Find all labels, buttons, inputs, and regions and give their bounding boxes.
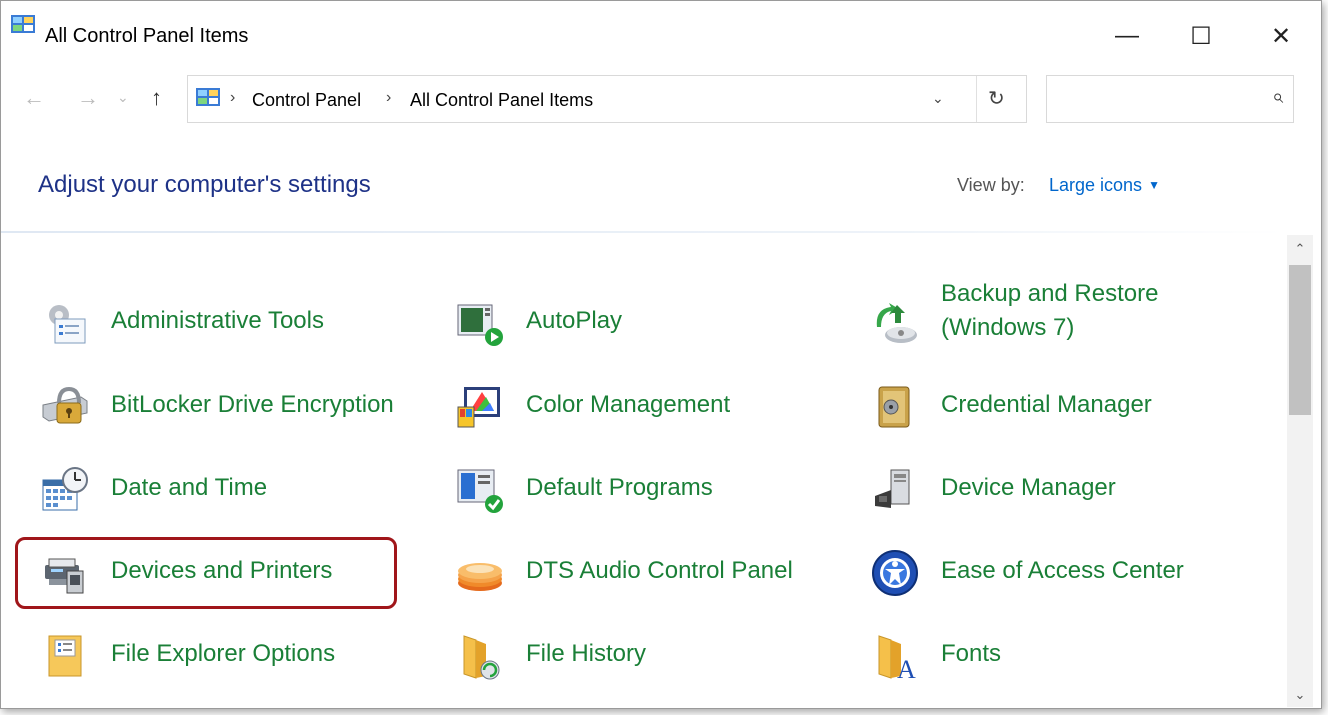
- item-label[interactable]: DTS Audio Control Panel: [526, 557, 793, 585]
- item-administrative-tools[interactable]: Administrative Tools: [41, 291, 421, 347]
- scroll-thumb[interactable]: [1289, 265, 1311, 415]
- file-explorer-options-icon: [48, 635, 82, 677]
- dts-audio-icon: [458, 563, 502, 591]
- file-history-icon: [463, 635, 500, 680]
- refresh-icon[interactable]: ↻: [988, 86, 1005, 111]
- recent-locations-icon[interactable]: ⌄: [117, 89, 129, 106]
- minimize-button[interactable]: —: [1097, 11, 1157, 61]
- ease-of-access-icon: [872, 550, 918, 596]
- maximize-button[interactable]: ☐: [1171, 11, 1231, 61]
- chevron-down-icon[interactable]: ⌄: [932, 90, 944, 107]
- item-date-time[interactable]: Date and Time: [41, 458, 421, 514]
- highlight-box: [15, 537, 397, 609]
- breadcrumb-separator-icon[interactable]: ›: [230, 89, 235, 107]
- view-by-value[interactable]: Large icons: [1049, 175, 1142, 195]
- divider: [976, 76, 977, 122]
- item-file-explorer-options[interactable]: File Explorer Options: [41, 624, 421, 680]
- control-panel-icon: [11, 15, 35, 33]
- search-icon[interactable]: ⌕: [1272, 86, 1283, 109]
- item-label[interactable]: Ease of Access Center: [941, 557, 1184, 585]
- item-label[interactable]: File History: [526, 640, 646, 668]
- back-arrow-icon[interactable]: ←: [23, 85, 45, 111]
- default-programs-icon: [457, 469, 503, 513]
- search-input[interactable]: ⌕: [1046, 75, 1294, 123]
- autoplay-icon: [457, 304, 503, 346]
- window-title: All Control Panel Items: [45, 25, 249, 47]
- item-bitlocker[interactable]: BitLocker Drive Encryption: [41, 375, 421, 431]
- title-bar: All Control Panel Items — ☐ ✕: [1, 1, 1321, 73]
- breadcrumb-separator-icon[interactable]: ›: [386, 89, 391, 107]
- header-divider: [1, 231, 1285, 233]
- view-by-dropdown[interactable]: Large icons ▼: [1049, 175, 1160, 196]
- item-default-programs[interactable]: Default Programs: [456, 458, 836, 514]
- item-ease-of-access[interactable]: Ease of Access Center: [871, 541, 1251, 597]
- control-panel-icon: [196, 88, 220, 106]
- item-label[interactable]: Color Management: [526, 391, 730, 419]
- item-label[interactable]: Fonts: [941, 640, 1001, 668]
- item-credential-manager[interactable]: Credential Manager: [871, 375, 1251, 431]
- item-label[interactable]: Credential Manager: [941, 391, 1152, 419]
- breadcrumb-all-items[interactable]: All Control Panel Items: [410, 90, 593, 111]
- navigation-bar: ← → ⌄ ↑ › Control Panel › All Control Pa…: [1, 73, 1321, 127]
- scroll-down-icon[interactable]: ⌄: [1287, 683, 1313, 707]
- backup-restore-icon: [876, 303, 917, 343]
- device-manager-icon: [875, 469, 910, 508]
- forward-arrow-icon[interactable]: →: [77, 85, 99, 111]
- item-file-history[interactable]: File History: [456, 624, 836, 680]
- date-time-icon: [42, 467, 88, 511]
- item-label[interactable]: AutoPlay: [526, 307, 622, 335]
- color-management-icon: [457, 387, 500, 428]
- item-label[interactable]: Device Manager: [941, 474, 1116, 502]
- item-fonts[interactable]: A Fonts: [871, 624, 1251, 680]
- item-backup-restore[interactable]: Backup and Restore (Windows 7): [871, 280, 1251, 347]
- close-button[interactable]: ✕: [1251, 11, 1311, 61]
- item-label[interactable]: BitLocker Drive Encryption: [111, 391, 394, 419]
- control-panel-window: All Control Panel Items — ☐ ✕ ← → ⌄ ↑ › …: [0, 0, 1322, 709]
- credential-manager-icon: [878, 386, 910, 428]
- view-by-label: View by:: [957, 175, 1025, 195]
- item-label[interactable]: Backup and Restore (Windows 7): [941, 277, 1241, 345]
- item-dts-audio[interactable]: DTS Audio Control Panel: [456, 541, 836, 597]
- item-label[interactable]: Default Programs: [526, 474, 713, 502]
- vertical-scrollbar[interactable]: ⌃ ⌄: [1287, 235, 1313, 707]
- up-arrow-icon[interactable]: ↑: [151, 85, 162, 111]
- caret-down-icon[interactable]: ▼: [1148, 178, 1160, 192]
- page-title: Adjust your computer's settings: [38, 171, 371, 198]
- item-label[interactable]: Date and Time: [111, 474, 267, 502]
- item-label[interactable]: Administrative Tools: [111, 307, 324, 335]
- bitlocker-icon: [42, 386, 88, 424]
- breadcrumb-control-panel[interactable]: Control Panel: [252, 90, 361, 111]
- item-autoplay[interactable]: AutoPlay: [456, 291, 836, 347]
- administrative-tools-icon: [49, 305, 86, 344]
- item-device-manager[interactable]: Device Manager: [871, 458, 1251, 514]
- item-label[interactable]: File Explorer Options: [111, 640, 335, 668]
- address-bar[interactable]: › Control Panel › All Control Panel Item…: [187, 75, 1027, 123]
- fonts-icon: A: [878, 635, 916, 680]
- scroll-up-icon[interactable]: ⌃: [1287, 237, 1313, 261]
- item-color-management[interactable]: Color Management: [456, 375, 836, 431]
- svg-text:A: A: [897, 655, 916, 680]
